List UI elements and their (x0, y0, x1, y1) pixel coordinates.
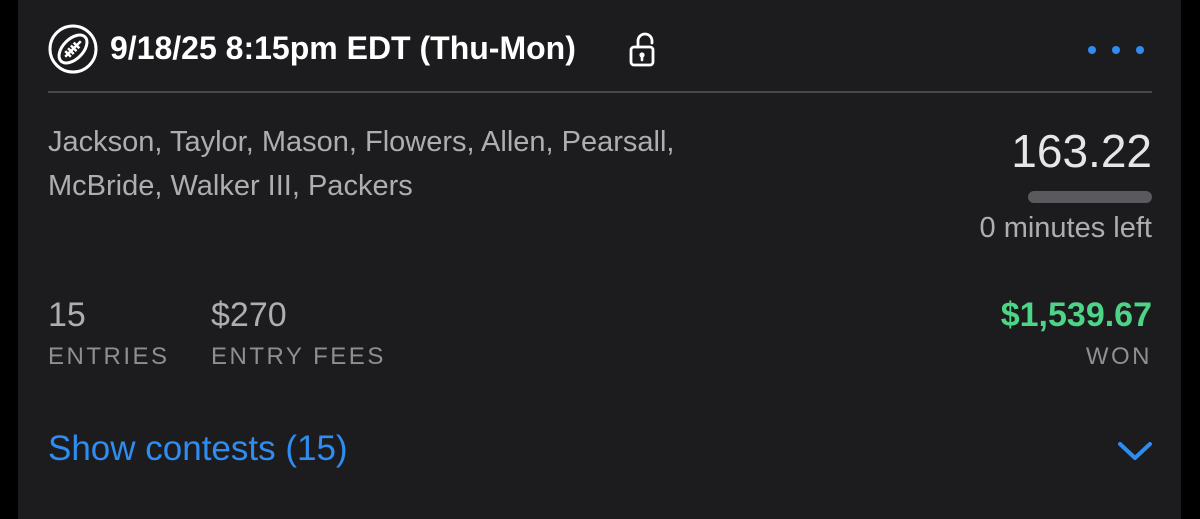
entry-fees-stat: $270 ENTRY FEES (211, 296, 386, 371)
card-header: 9/18/25 8:15pm EDT (Thu-Mon) (48, 22, 1152, 78)
time-left: 0 minutes left (979, 212, 1152, 244)
entry-fees-label: ENTRY FEES (211, 343, 386, 370)
won-stat: $1,539.67 WON (1001, 296, 1152, 371)
page-title: 9/18/25 8:15pm EDT (Thu-Mon) (110, 30, 576, 66)
chevron-down-icon[interactable] (1116, 438, 1154, 464)
entry-fees-amount: $270 (211, 296, 287, 334)
show-contests-link[interactable]: Show contests (15) (48, 429, 348, 469)
lineup-players: Jackson, Taylor, Mason, Flowers, Allen, … (48, 120, 848, 208)
football-icon (48, 24, 98, 74)
won-label: WON (1085, 343, 1152, 370)
entries-count: 15 (48, 296, 86, 334)
lineup-score: 163.22 (1011, 125, 1152, 177)
lineup-card[interactable]: 9/18/25 8:15pm EDT (Thu-Mon) Jackson, Ta… (18, 0, 1181, 519)
ellipsis-icon (1112, 46, 1120, 54)
divider (48, 91, 1152, 93)
time-progress-fill (1028, 191, 1152, 203)
players-line: Jackson, Taylor, Mason, Flowers, Allen, … (48, 126, 675, 158)
won-amount: $1,539.67 (1000, 296, 1152, 334)
players-line: McBride, Walker III, Packers (48, 170, 413, 202)
more-options-button[interactable] (1088, 32, 1144, 68)
entries-label: ENTRIES (48, 343, 170, 370)
entries-stat: 15 ENTRIES (48, 296, 170, 371)
unlock-icon (629, 32, 655, 67)
ellipsis-icon (1136, 46, 1144, 54)
time-progress-bar (1028, 191, 1152, 203)
ellipsis-icon (1088, 46, 1096, 54)
